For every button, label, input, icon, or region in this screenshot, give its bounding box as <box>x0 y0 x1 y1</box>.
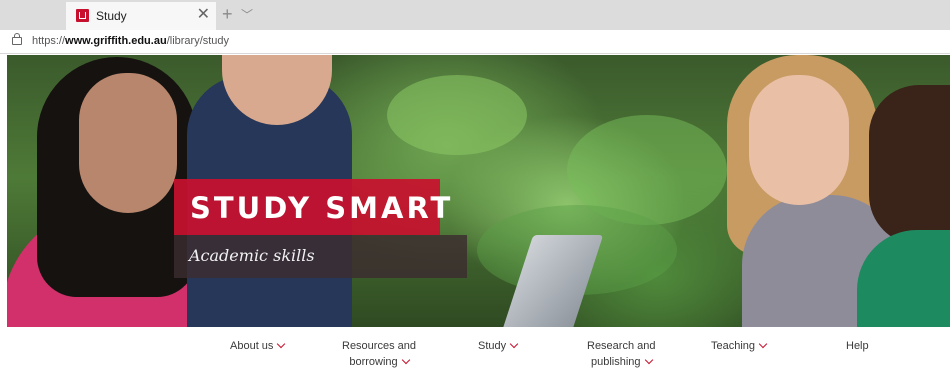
new-tab-icon[interactable]: + <box>222 3 233 25</box>
chevron-down-icon <box>758 339 768 349</box>
nav-label: About us <box>230 340 274 352</box>
hero-banner: STUDY SMART Academic skills <box>7 55 950 327</box>
nav-item-teaching[interactable]: Teaching <box>711 338 768 354</box>
nav-item-study[interactable]: Study <box>478 338 519 354</box>
fern-foliage <box>387 75 527 155</box>
page-subtitle: Academic skills <box>189 246 315 265</box>
chevron-down-icon <box>277 339 286 349</box>
chevron-down-icon <box>509 339 519 349</box>
nav-label-line1: Research and <box>587 340 656 352</box>
nav-item-resources-and-borrowing[interactable]: Resources and borrowing <box>342 338 416 370</box>
nav-label: Study <box>478 340 507 352</box>
close-icon[interactable]: ✕ <box>197 6 210 24</box>
nav-item-research-and-publishing[interactable]: Research and publishing <box>587 338 656 370</box>
browser-tab-study[interactable]: Study ✕ <box>66 2 216 30</box>
banner-title-box: STUDY SMART <box>174 179 450 235</box>
nav-label-line1: Resources and <box>342 340 416 352</box>
url-path: /library/study <box>166 35 230 47</box>
nav-label: Teaching <box>711 340 756 352</box>
chevron-down-icon <box>401 355 410 365</box>
address-bar[interactable]: https://www.griffith.edu.au/library/stud… <box>0 30 950 54</box>
nav-label: Help <box>846 340 869 352</box>
page-title: STUDY SMART <box>190 191 454 225</box>
tab-title: Study <box>96 9 127 23</box>
student-far-right-face <box>869 85 950 245</box>
chevron-down-icon[interactable]: ﹀ <box>241 5 253 25</box>
nav-label-line2: publishing <box>590 356 641 368</box>
url-domain: www.griffith.edu.au <box>65 35 167 47</box>
main-nav: About us Resources and borrowing Study R… <box>0 327 950 375</box>
url-prefix: https:// <box>32 35 66 47</box>
student-right-face <box>749 75 849 205</box>
browser-tab-bar: Study ✕ + ﹀ <box>0 0 950 30</box>
nav-item-about-us[interactable]: About us <box>230 338 286 354</box>
chevron-down-icon <box>644 355 653 365</box>
nav-label-line2: borrowing <box>349 356 398 368</box>
griffith-favicon-icon <box>76 9 89 22</box>
banner-subtitle-box: Academic skills <box>174 235 467 278</box>
lock-icon <box>12 33 22 45</box>
student-left-face <box>79 73 177 213</box>
nav-item-help[interactable]: Help <box>846 338 869 354</box>
url-text[interactable]: https://www.griffith.edu.au/library/stud… <box>32 35 229 47</box>
